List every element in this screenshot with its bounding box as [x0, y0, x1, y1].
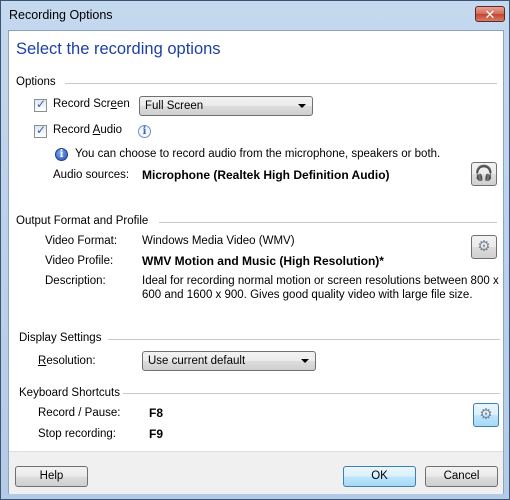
record-audio-label[interactable]: Record Audio [53, 124, 122, 136]
resolution-label: Resolution: [38, 355, 96, 367]
headset-icon: 🎧 [474, 165, 494, 182]
display-divider [108, 339, 500, 340]
dialog-footer: Help OK Cancel [9, 451, 503, 494]
output-section-label: Output Format and Profile [16, 215, 149, 227]
video-format-label: Video Format: [45, 235, 118, 247]
options-section-label: Options [16, 76, 56, 88]
record-screen-dropdown[interactable]: Full Screen [139, 96, 313, 116]
info-icon: i [55, 148, 68, 161]
dialog-body: Select the recording options Options Rec… [8, 30, 504, 494]
shortcuts-section-label: Keyboard Shortcuts [19, 387, 121, 399]
shortcuts-settings-button[interactable]: ⚙ [473, 403, 499, 427]
description-line-1: Ideal for recording normal motion or scr… [142, 275, 499, 287]
info-icon[interactable]: i [138, 125, 151, 138]
help-button[interactable]: Help [15, 466, 88, 487]
stop-recording-label: Stop recording: [38, 428, 116, 440]
window-title: Recording Options [9, 8, 113, 22]
shortcuts-divider [123, 393, 500, 394]
audio-sources-label: Audio sources: [53, 169, 130, 181]
audio-sources-button[interactable]: 🎧 [471, 162, 497, 186]
video-profile-value: WMV Motion and Music (High Resolution)* [142, 254, 384, 268]
display-section-label: Display Settings [19, 332, 102, 344]
record-pause-key: F8 [149, 406, 164, 420]
video-profile-label: Video Profile: [45, 255, 114, 267]
description-label: Description: [45, 275, 106, 287]
record-screen-dropdown-value: Full Screen [145, 100, 204, 112]
page-title: Select the recording options [16, 40, 221, 58]
video-settings-button[interactable]: ⚙ [471, 235, 497, 259]
title-bar[interactable]: Recording Options ✕ [1, 1, 509, 29]
close-icon: ✕ [484, 7, 496, 22]
resolution-dropdown-value: Use current default [148, 355, 246, 367]
close-button[interactable]: ✕ [475, 6, 505, 22]
resolution-dropdown[interactable]: Use current default [142, 351, 316, 371]
description-line-2: 600 and 1600 x 900. Gives good quality v… [142, 289, 473, 301]
recording-options-window: Recording Options ✕ Select the recording… [0, 0, 510, 500]
chevron-down-icon [301, 359, 309, 363]
chevron-down-icon [298, 104, 306, 108]
options-divider [65, 83, 497, 84]
stop-recording-key: F9 [149, 427, 164, 441]
record-screen-checkbox[interactable] [34, 97, 47, 112]
video-format-value: Windows Media Video (WMV) [142, 235, 295, 247]
audio-sources-value: Microphone (Realtek High Definition Audi… [142, 168, 390, 182]
record-audio-checkbox[interactable] [34, 123, 47, 138]
gear-icon: ⚙ [477, 238, 491, 255]
gear-icon: ⚙ [479, 406, 493, 423]
record-pause-label: Record / Pause: [38, 407, 121, 419]
output-divider [159, 222, 497, 223]
ok-button[interactable]: OK [343, 466, 416, 487]
audio-hint-text: You can choose to record audio from the … [75, 148, 441, 160]
cancel-button[interactable]: Cancel [425, 466, 498, 487]
record-screen-label[interactable]: Record Screen [53, 98, 130, 110]
